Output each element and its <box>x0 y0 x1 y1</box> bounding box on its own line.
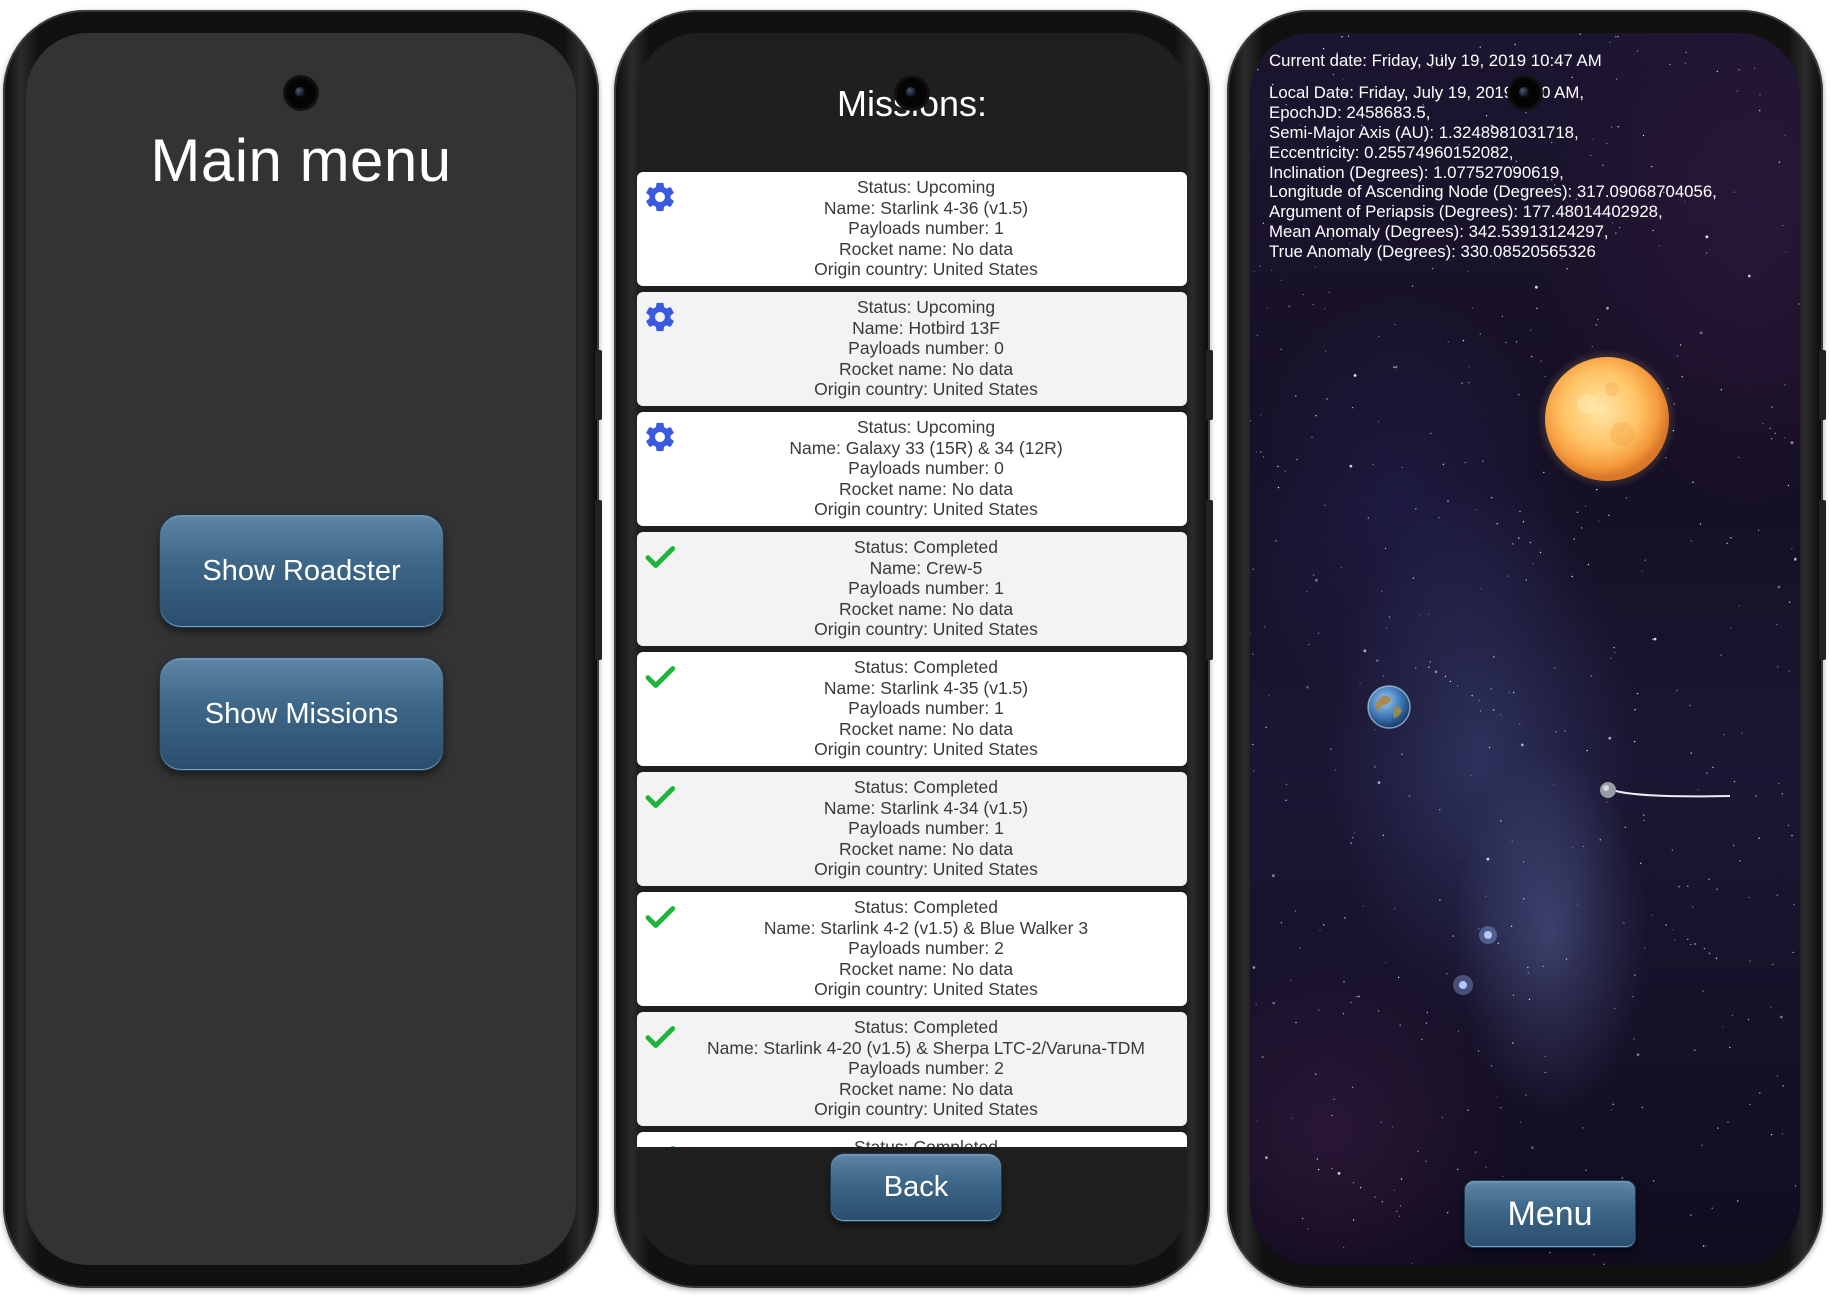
front-camera <box>1510 78 1540 108</box>
orbit-parameter-line: Local Date: Friday, July 19, 2019 2:00 A… <box>1269 82 1584 102</box>
mission-name: Name: Starlink 4-20 (v1.5) & Sherpa LTC-… <box>707 1037 1145 1058</box>
mission-rocket: Rocket name: No data <box>838 958 1014 979</box>
power-button <box>595 500 602 660</box>
roadster-orbit <box>1600 782 1731 798</box>
orbit-parameter-line: EpochJD: 2458683.5, <box>1269 102 1431 122</box>
mission-country: Origin country: United States <box>814 979 1038 1000</box>
mission-status: Status: Upcoming <box>856 297 996 317</box>
mission-name: Name: Starlink 4-2 (v1.5) & Blue Walker … <box>763 917 1089 938</box>
mission-payloads: Payloads number: 0 <box>848 338 1004 359</box>
show-roadster-button[interactable]: Show Roadster <box>159 514 444 628</box>
show-missions-button[interactable]: Show Missions <box>159 657 444 771</box>
mission-rocket: Rocket name: No data <box>838 358 1014 379</box>
mission-card[interactable]: Status: Completed <box>637 1132 1187 1147</box>
mission-status: Status: Completed <box>854 1017 998 1037</box>
mission-status: Status: Completed <box>854 777 998 797</box>
missions-screen: Missions: Status: Upcoming Name: Starlin… <box>637 33 1187 1265</box>
mission-country: Origin country: United States <box>814 1099 1038 1120</box>
sun <box>1537 349 1677 489</box>
mission-country: Origin country: United States <box>814 259 1038 280</box>
mission-card[interactable]: Status: Completed Name: Starlink 4-34 (v… <box>637 772 1187 886</box>
mission-name: Name: Starlink 4-34 (v1.5) <box>823 797 1029 818</box>
mission-status: Status: Completed <box>854 537 998 557</box>
mission-rocket: Rocket name: No data <box>838 478 1014 499</box>
phone-main-menu: Main menu Show Roadster Show Missions <box>3 10 602 1288</box>
mission-name: Name: Starlink 4-35 (v1.5) <box>823 677 1029 698</box>
phone-missions: Missions: Status: Upcoming Name: Starlin… <box>614 10 1213 1288</box>
back-label: Back <box>883 1171 949 1203</box>
current-date: Current date: Friday, July 19, 2019 10:4… <box>1269 51 1602 70</box>
mission-country: Origin country: United States <box>814 379 1038 400</box>
mission-payloads: Payloads number: 2 <box>848 938 1004 959</box>
mission-name: Name: Hotbird 13F <box>852 317 1000 338</box>
volume-button <box>595 350 602 420</box>
mission-status: Status: Completed <box>854 897 998 917</box>
volume-button <box>1819 350 1826 420</box>
mission-status: Status: Upcoming <box>856 417 996 437</box>
mission-card[interactable]: Status: Upcoming Name: Galaxy 33 (15R) &… <box>637 412 1187 526</box>
orbit-info-panel: Current date: Friday, July 19, 2019 10:4… <box>1269 51 1717 262</box>
mission-payloads: Payloads number: 1 <box>848 578 1004 599</box>
missions-list[interactable]: Status: Upcoming Name: Starlink 4-36 (v1… <box>637 172 1187 1147</box>
orbit-parameter-line: Inclination (Degrees): 1.077527090619, <box>1269 162 1564 182</box>
orbit-parameter-line: Longitude of Ascending Node (Degrees): 3… <box>1269 182 1717 202</box>
roadster-screen: Current date: Friday, July 19, 2019 10:4… <box>1250 33 1800 1265</box>
mission-rocket: Rocket name: No data <box>838 598 1014 619</box>
mission-name: Name: Galaxy 33 (15R) & 34 (12R) <box>789 437 1063 458</box>
show-missions-label: Show Missions <box>204 697 399 730</box>
page-title: Main menu <box>150 127 452 194</box>
menu-button[interactable]: Menu <box>1464 1180 1636 1248</box>
mission-payloads: Payloads number: 1 <box>848 818 1004 839</box>
mission-card[interactable]: Status: Upcoming Name: Starlink 4-36 (v1… <box>637 172 1187 286</box>
mission-payloads: Payloads number: 0 <box>848 458 1004 479</box>
mission-rocket: Rocket name: No data <box>838 838 1014 859</box>
mission-country: Origin country: United States <box>814 499 1038 520</box>
mission-rocket: Rocket name: No data <box>838 1078 1014 1099</box>
mission-name: Name: Starlink 4-36 (v1.5) <box>823 197 1029 218</box>
orbit-parameter-line: True Anomaly (Degrees): 330.08520565326 <box>1269 242 1596 262</box>
earth <box>1367 685 1411 729</box>
mission-country: Origin country: United States <box>814 619 1038 640</box>
mission-rocket: Rocket name: No data <box>838 238 1014 259</box>
front-camera <box>897 78 927 108</box>
mission-payloads: Payloads number: 1 <box>848 218 1004 239</box>
menu-label: Menu <box>1507 1194 1593 1233</box>
front-camera <box>286 78 316 108</box>
mission-status: Status: Upcoming <box>856 177 996 197</box>
orbit-parameter-line: Argument of Periapsis (Degrees): 177.480… <box>1269 202 1663 222</box>
mission-name: Name: Crew-5 <box>869 557 983 578</box>
mission-card[interactable]: Status: Completed Name: Starlink 4-2 (v1… <box>637 892 1187 1006</box>
mission-country: Origin country: United States <box>814 739 1038 760</box>
mission-payloads: Payloads number: 1 <box>848 698 1004 719</box>
orbit-parameter-line: Eccentricity: 0.25574960152082, <box>1269 142 1514 162</box>
mission-rocket: Rocket name: No data <box>838 718 1014 739</box>
volume-button <box>1206 350 1213 420</box>
bottom-bar: Back <box>637 1147 1187 1265</box>
orbit-parameter-line: Semi-Major Axis (AU): 1.3248981031718, <box>1269 122 1579 142</box>
power-button <box>1206 500 1213 660</box>
mission-card[interactable]: Status: Upcoming Name: Hotbird 13F Paylo… <box>637 292 1187 406</box>
mission-payloads: Payloads number: 2 <box>848 1058 1004 1079</box>
show-roadster-label: Show Roadster <box>202 554 401 587</box>
phone-roadster: Current date: Friday, July 19, 2019 10:4… <box>1227 10 1826 1288</box>
orbit-parameter-line: Mean Anomaly (Degrees): 342.53913124297, <box>1269 222 1609 242</box>
mission-status: Status: Completed <box>854 1137 998 1147</box>
mission-card[interactable]: Status: Completed Name: Starlink 4-35 (v… <box>637 652 1187 766</box>
mission-card[interactable]: Status: Completed Name: Crew-5 Payloads … <box>637 532 1187 646</box>
mission-status: Status: Completed <box>854 657 998 677</box>
mission-country: Origin country: United States <box>814 859 1038 880</box>
main-menu-screen: Main menu Show Roadster Show Missions <box>26 33 576 1265</box>
back-button[interactable]: Back <box>830 1153 1002 1222</box>
mission-card[interactable]: Status: Completed Name: Starlink 4-20 (v… <box>637 1012 1187 1126</box>
power-button <box>1819 500 1826 660</box>
orbit-parameters: Local Date: Friday, July 19, 2019 2:00 A… <box>1269 83 1717 262</box>
